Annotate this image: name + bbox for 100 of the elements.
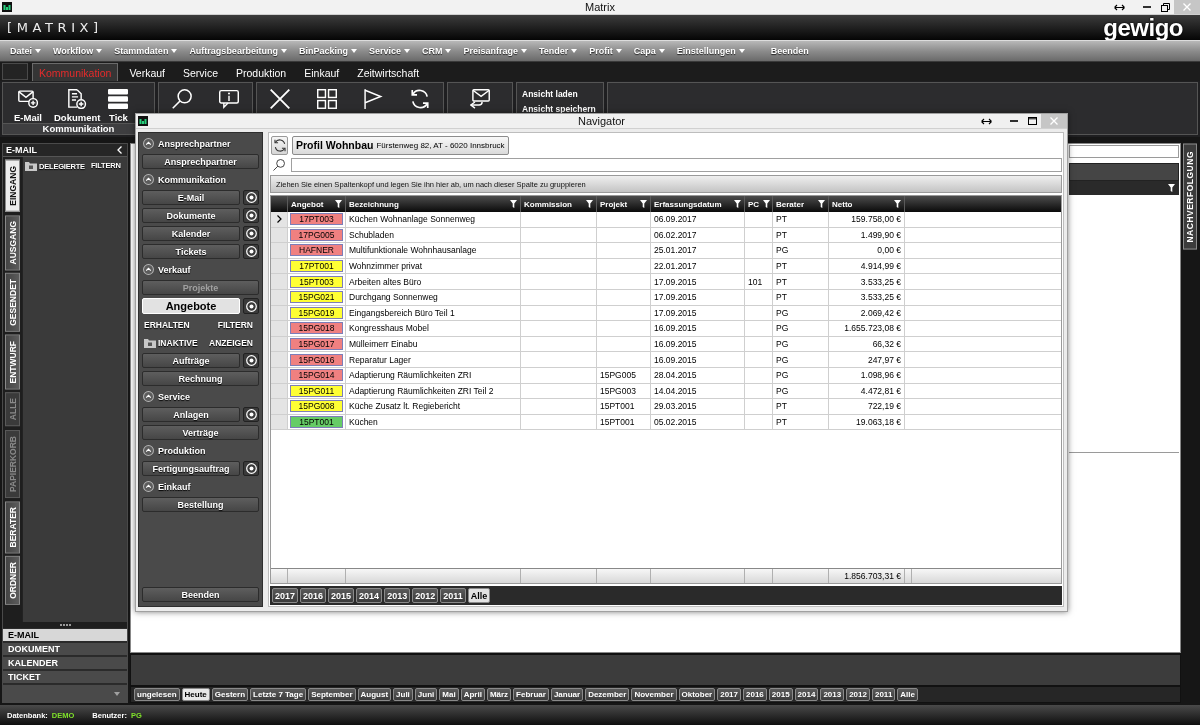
filter-icon[interactable] xyxy=(818,200,825,208)
ribbon-button[interactable] xyxy=(467,87,493,109)
date-filter-tab[interactable]: Juni xyxy=(414,688,438,701)
section-header[interactable]: Einkauf xyxy=(142,479,259,494)
section-header[interactable]: Service xyxy=(142,389,259,404)
ribbon-tab[interactable]: Service xyxy=(176,63,225,81)
exit-button[interactable]: Beenden xyxy=(142,587,259,602)
date-filter-tab[interactable]: Mai xyxy=(439,688,459,701)
date-filter-tab[interactable]: Alle xyxy=(897,688,918,701)
vertical-tab[interactable]: GESENDET xyxy=(5,273,20,332)
date-filter-tab[interactable]: 2013 xyxy=(820,688,845,701)
navigator-button[interactable]: Aufträge xyxy=(142,353,240,368)
vertical-tab[interactable]: EINGANG xyxy=(5,160,20,212)
year-tab[interactable]: 2011 xyxy=(440,588,466,603)
section-header[interactable]: Verkauf xyxy=(142,262,259,277)
date-filter-tab[interactable]: 2011 xyxy=(871,688,896,701)
navigator-button[interactable]: Tickets xyxy=(142,244,240,259)
date-filter-tab[interactable]: Heute xyxy=(181,688,210,701)
year-tab[interactable]: 2015 xyxy=(328,588,355,603)
navigator-button[interactable]: Anlagen xyxy=(142,407,240,422)
filter-icon[interactable] xyxy=(1168,184,1175,192)
ribbon-tab[interactable]: Einkauf xyxy=(297,63,347,81)
date-filter-tab[interactable]: 2016 xyxy=(743,688,767,701)
year-tab[interactable]: 2017 xyxy=(272,588,299,603)
ribbon-button[interactable]: Tick xyxy=(105,87,132,123)
date-filter-tab[interactable]: Oktober xyxy=(678,688,716,701)
date-filter-tab[interactable]: September xyxy=(308,688,356,701)
add-button[interactable] xyxy=(243,244,259,259)
filter-icon[interactable] xyxy=(894,200,901,208)
search-field[interactable] xyxy=(291,157,1062,172)
filter-icon[interactable] xyxy=(763,200,771,208)
date-filter-tab[interactable]: 2014 xyxy=(794,688,819,701)
column-header[interactable]: PC xyxy=(745,196,773,212)
menu-item[interactable]: Capa xyxy=(627,41,671,61)
date-filter-tab[interactable]: 2017 xyxy=(717,688,741,701)
navigator-button[interactable]: E-Mail xyxy=(142,190,240,205)
year-tab[interactable]: 2013 xyxy=(384,588,411,603)
date-filter-tab[interactable]: 2015 xyxy=(768,688,793,701)
navigator-button[interactable]: Verträge xyxy=(142,425,259,440)
filter-icon[interactable] xyxy=(586,200,593,208)
navigator-button[interactable]: Angebote xyxy=(142,298,240,314)
filter-option[interactable]: ANZEIGEN xyxy=(209,337,253,348)
filter-icon[interactable] xyxy=(640,200,647,208)
ribbon-link[interactable]: Ansicht speichern xyxy=(522,103,596,115)
navigator-button[interactable]: Dokumente xyxy=(142,208,240,223)
module-item[interactable]: TICKET xyxy=(3,671,127,684)
date-filter-tab[interactable]: Dezember xyxy=(585,688,630,701)
date-filter-tab[interactable]: Juli xyxy=(393,688,413,701)
year-tab[interactable]: 2012 xyxy=(412,588,439,603)
add-button[interactable] xyxy=(243,461,259,476)
date-filter-tab[interactable]: 2012 xyxy=(846,688,870,701)
vertical-tab[interactable]: BERATER xyxy=(5,500,20,554)
filter-icon[interactable] xyxy=(335,200,342,208)
vertical-tab[interactable]: ENTWURF xyxy=(5,334,20,390)
ribbon-link[interactable]: Ansicht laden xyxy=(522,88,578,100)
date-filter-tab[interactable]: Februar xyxy=(513,688,549,701)
ribbon-tab[interactable]: Zeitwirtschaft xyxy=(350,63,427,81)
module-item[interactable]: E-MAIL xyxy=(3,629,127,642)
section-header[interactable]: Ansprechpartner xyxy=(142,136,259,151)
navigator-button[interactable]: Kalender xyxy=(142,226,240,241)
search-field[interactable] xyxy=(1069,145,1179,158)
filter-option[interactable]: ERHALTEN xyxy=(144,319,201,330)
add-button[interactable] xyxy=(243,190,259,205)
chevron-left-icon[interactable] xyxy=(117,146,122,154)
navigator-button[interactable]: Ansprechpartner xyxy=(142,154,259,169)
row-indicator[interactable] xyxy=(271,212,288,227)
add-button[interactable] xyxy=(243,298,259,314)
date-filter-tab[interactable]: März xyxy=(486,688,512,701)
section-header[interactable]: Kommunikation xyxy=(142,172,259,187)
module-item[interactable]: DOKUMENT xyxy=(3,643,127,656)
year-tab[interactable]: Alle xyxy=(467,588,491,603)
section-header[interactable]: Produktion xyxy=(142,443,259,458)
navigator-button[interactable]: Bestellung xyxy=(142,497,259,512)
ribbon-tab[interactable]: Produktion xyxy=(229,63,294,81)
filter-option[interactable]: INAKTIVE xyxy=(144,337,201,348)
year-tab[interactable]: 2016 xyxy=(300,588,327,603)
date-filter-tab[interactable]: August xyxy=(357,688,392,701)
column-header[interactable]: Bezeichnung xyxy=(346,196,521,212)
date-filter-tab[interactable]: November xyxy=(631,688,677,701)
column-header[interactable]: Angebot xyxy=(288,196,346,212)
profile-button[interactable]: Profil Wohnbau Fürstenweg 82, AT - 6020 Innsbruck xyxy=(292,135,509,155)
module-item[interactable]: KALENDER xyxy=(3,657,127,670)
navigator-button[interactable]: Rechnung xyxy=(142,371,259,386)
date-filter-tab[interactable]: Gestern xyxy=(211,688,249,701)
column-header[interactable]: Berater xyxy=(773,196,829,212)
add-button[interactable] xyxy=(243,208,259,223)
column-header[interactable]: Erfassungsdatum xyxy=(651,196,745,212)
date-filter-tab[interactable]: Letzte 7 Tage xyxy=(250,688,307,701)
column-header[interactable]: Netto xyxy=(829,196,905,212)
date-filter-tab[interactable]: April xyxy=(460,688,485,701)
date-filter-tab[interactable]: Januar xyxy=(550,688,584,701)
date-filter-tab[interactable]: ungelesen xyxy=(134,688,180,701)
ribbon-tab[interactable]: Verkauf xyxy=(122,63,172,81)
column-header[interactable]: Projekt xyxy=(597,196,651,212)
side-tab[interactable]: NACHVERFOLGUNG xyxy=(1183,144,1197,250)
ribbon-button[interactable]: Dokument xyxy=(51,87,104,123)
navigator-button[interactable]: Fertigungsauftrag xyxy=(142,461,240,476)
column-header[interactable]: Kommission xyxy=(521,196,597,212)
vertical-tab[interactable]: ORDNER xyxy=(5,556,20,605)
add-button[interactable] xyxy=(243,407,259,422)
